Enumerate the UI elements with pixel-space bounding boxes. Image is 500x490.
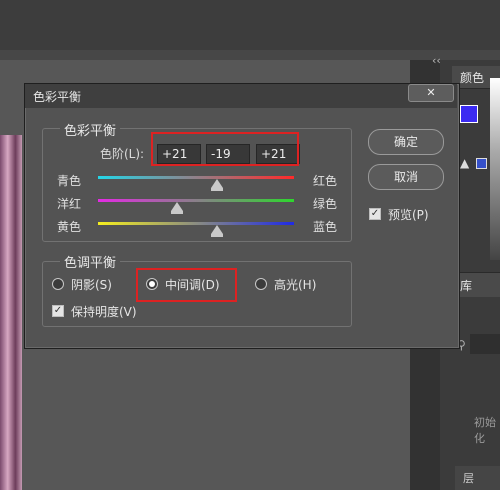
slider-left-label-yellow: 黄色	[57, 220, 82, 234]
radio-highlights-label[interactable]: 高光(H)	[274, 276, 316, 293]
foreground-color-swatch[interactable]	[460, 105, 478, 123]
checkmark-icon: ✓	[53, 305, 63, 316]
close-button[interactable]: ✕	[408, 84, 454, 102]
levels-label: 色阶(L):	[100, 147, 145, 161]
preserve-luminosity-label[interactable]: 保持明度(V)	[71, 303, 137, 320]
slider-right-label-green: 绿色	[313, 197, 338, 211]
panel-bottom-tab-label: 层	[463, 472, 474, 485]
radio-highlights[interactable]	[255, 278, 267, 290]
color-balance-legend: 色彩平衡	[60, 120, 121, 139]
slider-left-label-cyan: 青色	[57, 174, 82, 188]
cancel-button[interactable]: 取消	[368, 164, 444, 190]
library-search-input[interactable]	[470, 334, 500, 354]
slider-left-label-magenta: 洋红	[57, 197, 82, 211]
yellow-blue-slider[interactable]	[98, 222, 294, 225]
dialog-title: 色彩平衡	[33, 90, 82, 104]
ok-button[interactable]: 确定	[368, 129, 444, 155]
document-image	[0, 135, 22, 490]
collapse-icon[interactable]: ‹‹	[432, 54, 441, 67]
close-icon: ✕	[426, 86, 436, 99]
checkmark-icon: ✓	[370, 208, 380, 219]
cyan-red-slider-thumb[interactable]	[210, 179, 223, 191]
midtones-highlight-box	[136, 268, 237, 302]
radio-shadows[interactable]	[52, 278, 64, 290]
preview-label[interactable]: 预览(P)	[388, 206, 429, 223]
tab-color-label: 颜色	[460, 71, 485, 85]
yellow-blue-slider-thumb[interactable]	[210, 225, 223, 237]
radio-shadows-label[interactable]: 阴影(S)	[71, 276, 112, 293]
gamut-warning-icon: ▲	[460, 156, 470, 170]
preview-checkbox[interactable]: ✓	[369, 208, 381, 220]
library-init-label: 初始化	[474, 416, 496, 445]
levels-highlight-box	[151, 132, 299, 166]
cyan-red-slider[interactable]	[98, 176, 294, 179]
panel-bottom-tab[interactable]: 层	[455, 466, 500, 490]
slider-right-label-blue: 蓝色	[313, 220, 338, 234]
gamut-color-swatch[interactable]	[476, 158, 487, 169]
tab-library-label: 库	[460, 279, 473, 293]
magenta-green-slider[interactable]	[98, 199, 294, 202]
slider-right-label-red: 红色	[313, 174, 338, 188]
app-menu-area	[0, 0, 500, 50]
tone-balance-legend: 色调平衡	[60, 252, 121, 271]
color-ramp[interactable]	[490, 78, 500, 260]
magenta-green-slider-thumb[interactable]	[171, 202, 184, 214]
preserve-luminosity-checkbox[interactable]: ✓	[52, 305, 64, 317]
dialog-titlebar[interactable]	[25, 84, 457, 108]
